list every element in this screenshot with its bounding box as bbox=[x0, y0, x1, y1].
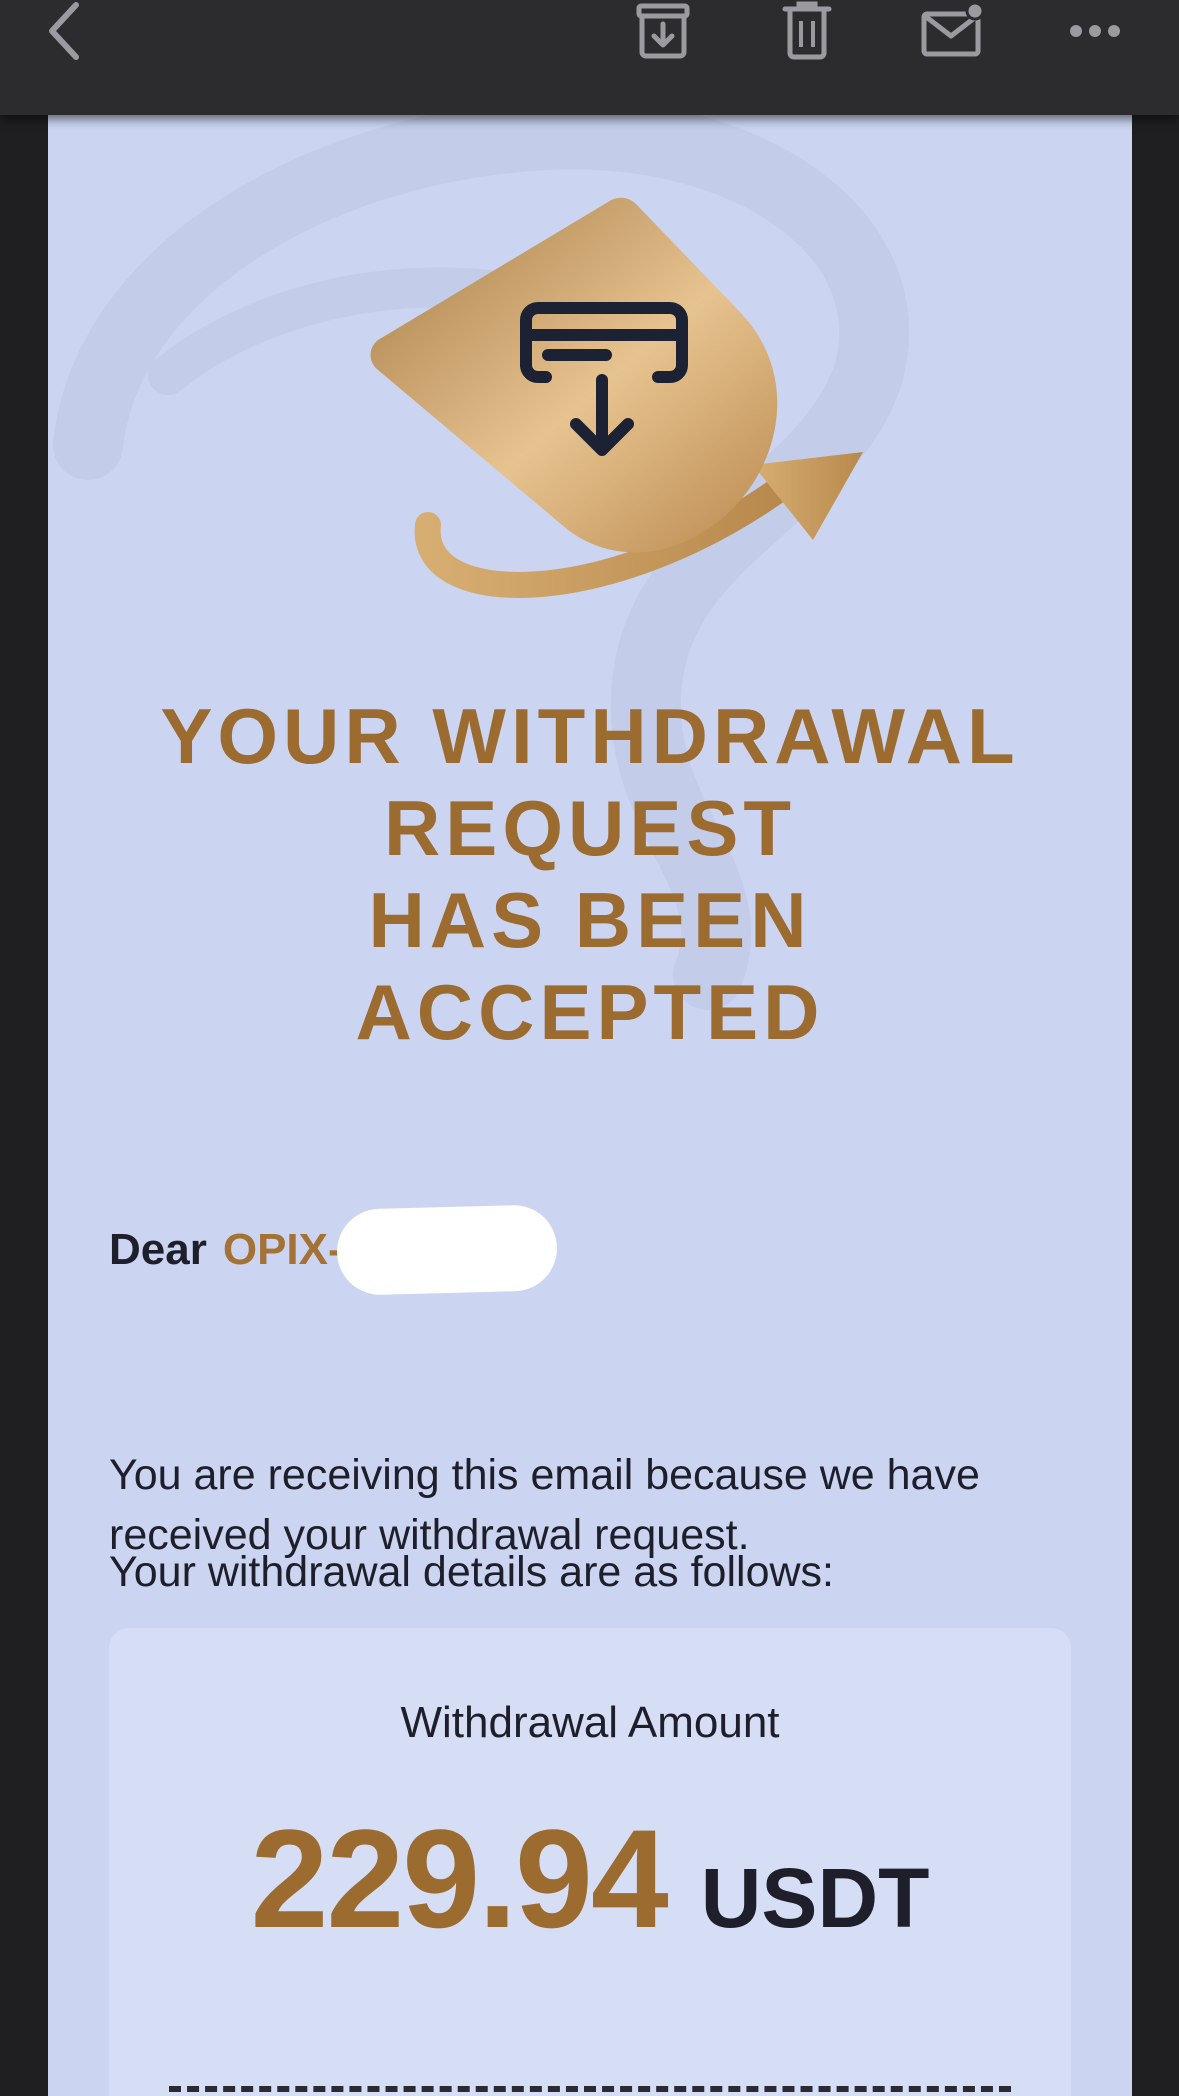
archive-icon bbox=[636, 3, 690, 59]
more-button[interactable] bbox=[1060, 0, 1130, 62]
details-intro: Your withdrawal details are as follows: bbox=[109, 1548, 834, 1596]
more-horizontal-icon bbox=[1070, 25, 1120, 37]
headline-line-1: YOUR WITHDRAWAL bbox=[160, 692, 1020, 780]
redaction-mark bbox=[335, 1204, 558, 1296]
mail-toolbar bbox=[0, 0, 1179, 115]
delete-button[interactable] bbox=[772, 0, 842, 62]
mail-unread-icon bbox=[921, 2, 985, 57]
headline-line-2: REQUEST bbox=[383, 784, 797, 872]
greeting-name: OPIX- bbox=[222, 1225, 343, 1274]
mark-unread-button[interactable] bbox=[915, 0, 991, 62]
withdrawal-amount-label: Withdrawal Amount bbox=[400, 1698, 780, 1747]
amount-row: 229.94 USDT bbox=[109, 1798, 1071, 1960]
greeting: Dear OPIX- bbox=[109, 1204, 558, 1296]
withdrawal-amount-card: Withdrawal Amount 229.94 USDT bbox=[109, 1628, 1071, 2096]
email-body: YOUR WITHDRAWAL REQUEST HAS BEEN ACCEPTE… bbox=[48, 115, 1132, 2096]
greeting-prefix: Dear bbox=[109, 1225, 207, 1274]
headline: YOUR WITHDRAWAL REQUEST HAS BEEN ACCEPTE… bbox=[48, 690, 1132, 1058]
dashed-divider bbox=[169, 2086, 1011, 2092]
headline-line-3: HAS BEEN bbox=[368, 876, 812, 964]
archive-button[interactable] bbox=[628, 0, 698, 62]
chevron-left-icon bbox=[49, 2, 79, 60]
back-button[interactable] bbox=[30, 0, 100, 62]
headline-line-4: ACCEPTED bbox=[355, 968, 825, 1056]
withdrawal-amount-value: 229.94 bbox=[250, 1800, 669, 1957]
trash-icon bbox=[782, 1, 832, 60]
withdrawal-currency: USDT bbox=[700, 1851, 930, 1945]
card-withdraw-icon bbox=[370, 197, 863, 598]
